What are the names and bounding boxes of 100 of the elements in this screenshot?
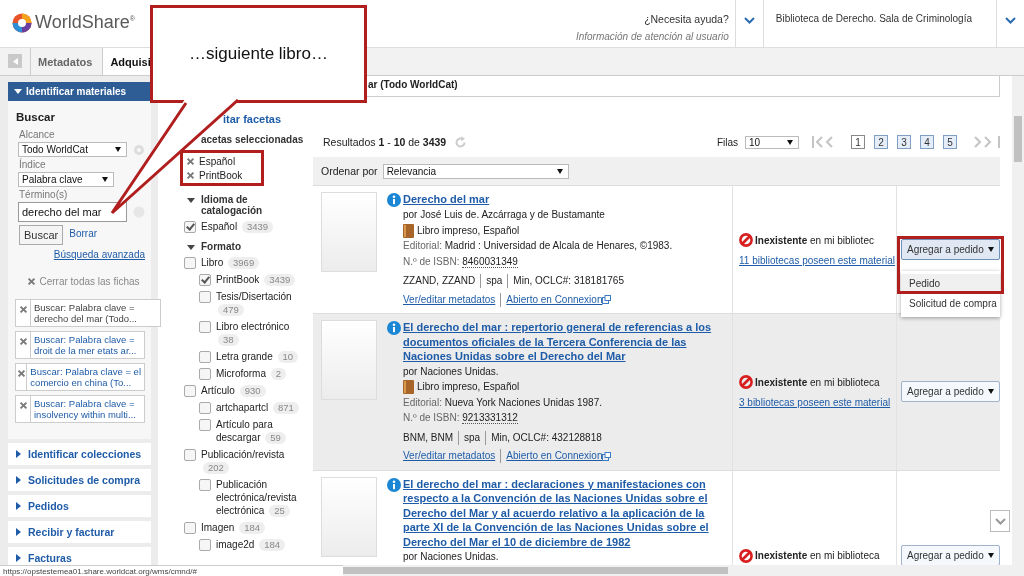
- external-link-icon[interactable]: [602, 295, 612, 305]
- scope-select[interactable]: Todo WorldCat: [18, 142, 127, 157]
- remove-icon[interactable]: [186, 171, 195, 180]
- refresh-icon[interactable]: [454, 135, 468, 149]
- page-button[interactable]: 3: [897, 135, 911, 149]
- facet-option[interactable]: Letra grande 10: [216, 350, 299, 363]
- info-icon[interactable]: [387, 193, 401, 207]
- facet-group-header[interactable]: Idioma de catalogación: [187, 194, 297, 216]
- add-to-order-button[interactable]: Agregar a pedido: [901, 545, 1000, 565]
- checkbox[interactable]: [199, 321, 211, 333]
- checkbox[interactable]: [199, 291, 211, 303]
- prohibited-icon: [739, 375, 753, 390]
- isbn-text: N.º de ISBN: 8460031349: [402, 254, 519, 269]
- remove-icon[interactable]: [18, 401, 28, 410]
- field-label: Alcance: [19, 129, 55, 140]
- holdings-link[interactable]: 11 bibliotecas poseen este material: [739, 255, 896, 266]
- facet-option[interactable]: Imagen 184: [201, 521, 265, 534]
- chevron-down-icon[interactable]: [1005, 17, 1016, 24]
- panel-header[interactable]: Identificar materiales: [8, 82, 151, 101]
- section-header[interactable]: Recibir y facturar: [8, 521, 151, 543]
- prohibited-icon: [739, 548, 753, 563]
- recent-search[interactable]: Buscar: Palabra clave = insolvency within multi...: [15, 395, 145, 423]
- recent-search[interactable]: Buscar: Palabra clave = droit de la mer etats ar...: [15, 331, 145, 359]
- sort-select[interactable]: Relevancia: [382, 163, 569, 179]
- clear-link[interactable]: Borrar: [69, 228, 98, 239]
- menu-item[interactable]: Solicitud de compra: [901, 294, 1000, 314]
- chevron-down-icon[interactable]: [743, 17, 755, 24]
- facet-option[interactable]: Artículo para descargar 59: [216, 418, 309, 444]
- record-link[interactable]: Ver/editar metadatos: [403, 292, 496, 307]
- checkbox[interactable]: [199, 479, 211, 491]
- record-link[interactable]: Abierto en Connexion: [506, 292, 603, 307]
- title-link[interactable]: El derecho del mar : repertorio general de referencias a los documentos oficiales de la Tercera Conferencia de las Naciones Unidas sobre el Derecho del Mar: [403, 320, 726, 364]
- page-button[interactable]: 2: [874, 135, 888, 149]
- checkbox[interactable]: [199, 419, 211, 431]
- search-button[interactable]: Buscar: [19, 225, 64, 245]
- menu-item[interactable]: Pedido: [901, 274, 1000, 294]
- facet-option[interactable]: Tesis/Disertación 479: [216, 290, 309, 316]
- remove-icon[interactable]: [16, 369, 26, 378]
- facet-option[interactable]: Publicación electrónica/revista electrónica 25: [216, 478, 309, 517]
- library-name[interactable]: Biblioteca de Derecho. Sala de Criminología: [762, 0, 996, 47]
- facet-option[interactable]: Libro 3969: [201, 256, 260, 269]
- remove-icon[interactable]: [18, 337, 28, 346]
- title-link[interactable]: Derecho del mar: [403, 192, 490, 207]
- checkbox[interactable]: [199, 274, 211, 286]
- facet-option[interactable]: Libro electrónico 38: [216, 320, 309, 346]
- section-header[interactable]: Solicitudes de compra: [8, 469, 151, 491]
- checkbox[interactable]: [184, 522, 196, 534]
- recent-search[interactable]: Buscar: Palabra clave = derecho del mar (Todo...: [15, 299, 161, 327]
- info-icon[interactable]: [387, 477, 401, 492]
- record-link[interactable]: Abierto en Connexion: [506, 449, 603, 464]
- add-to-order-button[interactable]: Agregar a pedido: [901, 381, 1000, 403]
- section-header[interactable]: Pedidos: [8, 495, 151, 517]
- page-button[interactable]: 1: [851, 135, 865, 149]
- facet-option[interactable]: PrintBook 3439: [216, 273, 296, 286]
- facet-option[interactable]: artchapartcl 871: [216, 401, 299, 414]
- remove-icon[interactable]: [18, 305, 28, 314]
- code-text: spa: [486, 274, 503, 288]
- facet-option[interactable]: Artículo 930: [201, 384, 266, 397]
- index-select[interactable]: Palabra clave: [18, 172, 114, 187]
- facet-option[interactable]: Español 3439: [201, 220, 274, 233]
- checkbox[interactable]: [199, 368, 211, 380]
- page-button[interactable]: 5: [943, 135, 957, 149]
- holdings-link[interactable]: 3 bibliotecas poseen este material: [739, 397, 896, 409]
- external-link-icon[interactable]: [602, 451, 612, 461]
- advanced-search-link[interactable]: Búsqueda avanzada: [53, 249, 145, 260]
- facet-option[interactable]: Publicación/revista 202: [201, 448, 296, 474]
- search-field[interactable]: derecho del mar: [18, 202, 127, 222]
- checkbox[interactable]: [184, 221, 196, 233]
- section-header[interactable]: Identificar colecciones: [8, 443, 151, 465]
- facet-option[interactable]: image2d 184: [216, 538, 285, 551]
- checkbox[interactable]: [199, 351, 211, 363]
- selected-facet: Español: [199, 156, 236, 167]
- remove-icon[interactable]: [27, 277, 37, 286]
- title-link[interactable]: El derecho del mar : declaraciones y manifestaciones con respecto a la Convención de las Naciones Unidas sobre el Derecho del Mar y al acuerdo relativo a la aplicación de la parte XI de la Convención de las Naciones Unidas sobre el Derecho del Mar el 10 de diciembre de 1982: [403, 476, 726, 549]
- add-to-order-button[interactable]: Agregar a pedido: [901, 239, 1000, 260]
- facet-group-header[interactable]: Formato: [187, 241, 297, 252]
- gear-icon[interactable]: [133, 143, 145, 156]
- recent-search[interactable]: Buscar: Palabra clave = el comercio en china (To...: [15, 363, 145, 391]
- caret-icon: [115, 147, 121, 152]
- page-button[interactable]: 4: [920, 135, 934, 149]
- edit-facets-link[interactable]: itar facetas: [158, 113, 313, 125]
- search-text: comercio en china (To...: [30, 377, 133, 388]
- checkbox[interactable]: [199, 402, 211, 414]
- section-header[interactable]: Facturas: [8, 547, 151, 565]
- checkbox[interactable]: [199, 539, 211, 551]
- scroll-down-button[interactable]: [990, 510, 1010, 532]
- facet-option[interactable]: Microforma 2: [216, 367, 287, 380]
- record-link[interactable]: Ver/editar metadatos: [403, 449, 496, 464]
- checkbox[interactable]: [184, 449, 196, 461]
- collapse-button[interactable]: [8, 54, 22, 68]
- checkbox[interactable]: [184, 257, 196, 269]
- info-icon[interactable]: [387, 321, 401, 335]
- checkbox[interactable]: [184, 385, 196, 397]
- vertical-scrollbar[interactable]: [1012, 76, 1024, 565]
- help-link[interactable]: ¿Necesita ayuda?: [644, 13, 729, 25]
- chevron-down-icon[interactable]: [994, 517, 1006, 525]
- remove-icon[interactable]: [186, 157, 195, 166]
- close-all-link[interactable]: Cerrar todas las fichas: [39, 276, 140, 287]
- rows-select[interactable]: 10: [745, 135, 799, 149]
- tab[interactable]: Adquisi: [102, 48, 151, 75]
